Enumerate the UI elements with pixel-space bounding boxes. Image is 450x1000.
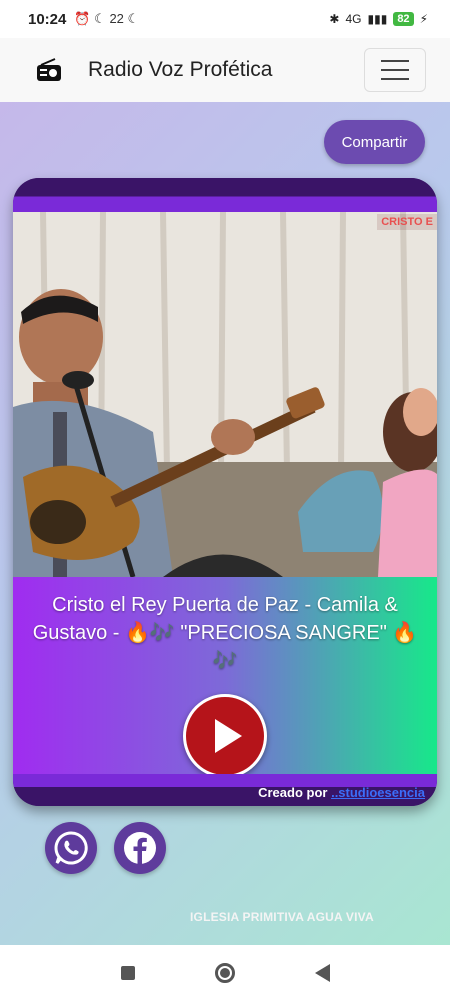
whatsapp-button[interactable]: [45, 822, 97, 874]
credit-link[interactable]: ..studioesencia: [331, 785, 425, 800]
status-right: ✱ 4G ▮▮▮ 82 ⚡: [329, 12, 428, 26]
bluetooth-icon: ✱: [329, 12, 340, 26]
player-card: CRISTO E Cristo el Rey Puerta de Paz - C…: [13, 178, 437, 806]
cover-image: CRISTO E: [13, 212, 437, 577]
status-left-icons: ⏰ ☾ 22 ☾: [74, 11, 140, 26]
recent-apps-icon[interactable]: [120, 965, 135, 980]
share-button[interactable]: Compartir: [324, 120, 425, 164]
church-name: IGLESIA PRIMITIVA AGUA VIVA: [190, 910, 374, 924]
radio-icon: [37, 58, 61, 81]
song-title: Cristo el Rey Puerta de Paz - Camila & G…: [32, 594, 418, 672]
signal-icon: ▮▮▮: [367, 12, 388, 26]
whatsapp-icon: [54, 831, 88, 865]
now-playing-panel: Cristo el Rey Puerta de Paz - Camila & G…: [13, 577, 437, 778]
social-links: [45, 822, 166, 874]
status-time: 10:24: [28, 10, 67, 28]
cover-illustration: [13, 212, 437, 577]
player-top-band: [13, 178, 437, 212]
system-nav-bar: [0, 945, 450, 1000]
home-icon[interactable]: [214, 962, 235, 983]
app-bar: Radio Voz Profética: [0, 38, 450, 102]
facebook-button[interactable]: [114, 822, 166, 874]
status-bar: 10:24 ⏰ ☾ 22 ☾ ✱ 4G ▮▮▮ 82 ⚡: [0, 0, 450, 38]
cover-tag: CRISTO E: [377, 214, 437, 230]
facebook-icon: [124, 832, 156, 864]
credit-line: Creado por ..studioesencia: [258, 785, 425, 800]
play-icon: [215, 719, 242, 753]
back-icon[interactable]: [314, 963, 330, 982]
menu-button[interactable]: [364, 48, 426, 92]
charging-icon: ⚡: [419, 12, 428, 26]
app-title: Radio Voz Profética: [88, 58, 273, 81]
main-content: Compartir CRISTO E Cristo el Rey Puerta …: [0, 102, 450, 945]
network-label: 4G: [345, 12, 362, 26]
hamburger-icon: [381, 60, 409, 62]
play-button[interactable]: [183, 694, 267, 778]
credit-prefix: Creado por: [258, 785, 328, 800]
battery-icon: 82: [393, 12, 414, 26]
